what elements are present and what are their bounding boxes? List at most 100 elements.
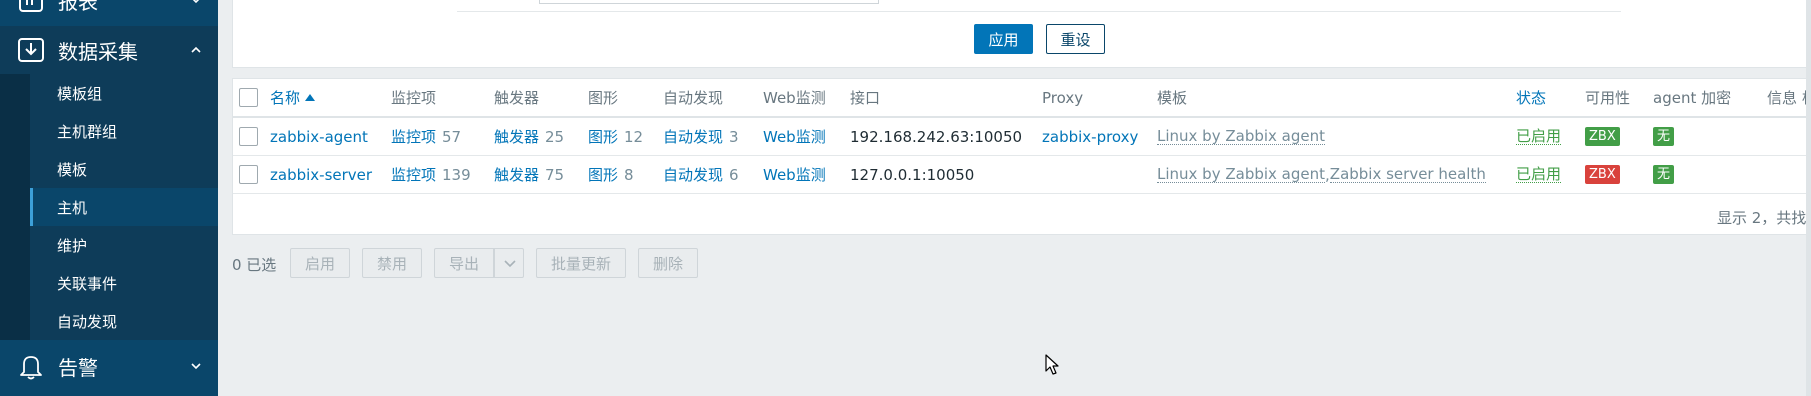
record-count-text: 显示 2，共找到 [1717, 209, 1811, 227]
sidebar-section-reports[interactable]: 报表 [0, 0, 218, 22]
graphs-link[interactable]: 图形 [588, 126, 618, 147]
selected-count: 0 已选 [232, 256, 277, 274]
column-header-info: 信息 [1767, 79, 1797, 116]
column-header-label: Proxy [1042, 88, 1084, 107]
disable-button[interactable]: 禁用 [362, 248, 422, 278]
interface-value: 192.168.242.63:10050 [850, 127, 1023, 146]
filter-divider [457, 11, 1621, 12]
sidebar-item-label: 维护 [57, 236, 88, 255]
column-header-label: 名称 [270, 89, 301, 107]
sidebar-item-discovery[interactable]: 自动发现 [30, 302, 218, 340]
web-link[interactable]: Web监测 [763, 164, 826, 185]
sidebar-item-label: 主机群组 [57, 122, 118, 141]
column-header-proxy: Proxy [1042, 79, 1083, 116]
sidebar-section-label: 报表 [58, 0, 98, 14]
column-header-availability: 可用性 [1585, 79, 1630, 116]
sidebar-item-host-groups[interactable]: 主机群组 [30, 112, 218, 150]
column-header-label: 接口 [850, 89, 881, 107]
column-header-triggers: 触发器 [494, 79, 539, 116]
mass-update-button[interactable]: 批量更新 [536, 248, 626, 278]
column-header-label: agent 加密 [1653, 89, 1732, 107]
column-header-label: 可用性 [1585, 89, 1631, 107]
scrollbar-track[interactable] [1806, 0, 1811, 396]
graphs-count: 12 [624, 127, 644, 146]
submenu-rail [0, 74, 30, 340]
sidebar-section-label: 数据采集 [58, 39, 138, 64]
select-all-checkbox[interactable] [239, 88, 258, 107]
filter-input[interactable] [539, 0, 879, 4]
column-header-templates: 模板 [1157, 79, 1187, 116]
table-row: zabbix-server 监控项 139 触发器 75 图形 8 自动发现 6 Web… [233, 156, 1811, 194]
apply-button[interactable]: 应用 [974, 24, 1033, 54]
proxy-link[interactable]: zabbix-proxy [1042, 128, 1138, 146]
sidebar-item-label: 主机 [57, 198, 88, 217]
web-link[interactable]: Web监测 [763, 126, 826, 147]
column-header-label: 状态 [1516, 89, 1547, 107]
sidebar-item-hosts[interactable]: 主机 [30, 188, 218, 226]
sidebar-item-event-correlation[interactable]: 关联事件 [30, 264, 218, 302]
status-toggle[interactable]: 已启用 [1516, 128, 1562, 145]
sidebar-item-template-groups[interactable]: 模板组 [30, 74, 218, 112]
triggers-link[interactable]: 触发器 [494, 126, 539, 147]
sidebar-item-label: 自动发现 [57, 312, 118, 331]
triggers-count: 25 [545, 127, 565, 146]
export-dropdown-toggle[interactable] [494, 248, 524, 278]
column-header-web: Web监测 [763, 79, 826, 116]
export-button[interactable]: 导出 [434, 248, 494, 278]
column-header-label: Web监测 [763, 89, 826, 107]
discovery-count: 3 [729, 127, 739, 146]
template-link[interactable]: Zabbix server health [1329, 166, 1486, 183]
sidebar: 报表 数据采集 模板组 主机群组 模板 主机 维护 关联事件 自动发现 告警 [0, 0, 218, 396]
discovery-link[interactable]: 自动发现 [663, 126, 723, 147]
delete-button[interactable]: 删除 [638, 248, 698, 278]
items-count: 139 [442, 165, 471, 184]
sidebar-section-data-collection[interactable]: 数据采集 [0, 26, 218, 74]
column-header-items: 监控项 [391, 79, 436, 116]
sidebar-item-templates[interactable]: 模板 [30, 150, 218, 188]
discovery-link[interactable]: 自动发现 [663, 164, 723, 185]
column-header-label: 自动发现 [663, 89, 724, 107]
download-box-icon [18, 38, 44, 62]
status-toggle[interactable]: 已启用 [1516, 166, 1562, 183]
availability-badge[interactable]: ZBX [1585, 127, 1620, 146]
column-header-label: 监控项 [391, 89, 437, 107]
column-header-graphs: 图形 [588, 79, 618, 116]
chevron-down-icon [192, 0, 200, 4]
template-link[interactable]: Linux by Zabbix agent [1157, 166, 1326, 183]
sidebar-submenu: 模板组 主机群组 模板 主机 维护 关联事件 自动发现 [0, 74, 218, 340]
table-row: zabbix-agent 监控项 57 触发器 25 图形 12 自动发现 3 Web监… [233, 118, 1811, 156]
items-link[interactable]: 监控项 [391, 164, 436, 185]
row-checkbox[interactable] [239, 127, 258, 146]
sidebar-item-label: 模板组 [57, 84, 103, 103]
column-header-label: 模板 [1157, 89, 1188, 107]
table-footer: 显示 2，共找到 [1707, 195, 1811, 235]
interface-value: 127.0.0.1:10050 [850, 165, 975, 184]
bell-icon [20, 356, 42, 380]
discovery-count: 6 [729, 165, 739, 184]
graphs-count: 8 [624, 165, 634, 184]
column-header-agent-encryption: agent 加密 [1653, 79, 1731, 116]
encryption-badge: 无 [1653, 165, 1675, 184]
column-header-name[interactable]: 名称 [270, 79, 316, 116]
row-checkbox[interactable] [239, 165, 258, 184]
triggers-link[interactable]: 触发器 [494, 164, 539, 185]
enable-button[interactable]: 启用 [290, 248, 350, 278]
sidebar-section-label: 告警 [58, 355, 98, 380]
column-header-label: 触发器 [494, 89, 540, 107]
template-link[interactable]: Linux by Zabbix agent [1157, 128, 1326, 145]
chevron-down-icon [191, 363, 201, 370]
column-header-status[interactable]: 状态 [1516, 79, 1546, 116]
sidebar-item-maintenance[interactable]: 维护 [30, 226, 218, 264]
column-header-label: 图形 [588, 89, 619, 107]
items-link[interactable]: 监控项 [391, 126, 436, 147]
sort-ascending-icon [305, 94, 316, 101]
graphs-link[interactable]: 图形 [588, 164, 618, 185]
sidebar-section-alerts[interactable]: 告警 [0, 340, 218, 392]
reset-button[interactable]: 重设 [1046, 24, 1105, 54]
host-name-link[interactable]: zabbix-agent [270, 128, 368, 146]
availability-badge[interactable]: ZBX [1585, 165, 1620, 184]
sidebar-item-label: 模板 [57, 160, 88, 179]
reports-icon [19, 0, 43, 12]
host-name-link[interactable]: zabbix-server [270, 166, 372, 184]
column-header-label: 信息 [1767, 89, 1798, 107]
